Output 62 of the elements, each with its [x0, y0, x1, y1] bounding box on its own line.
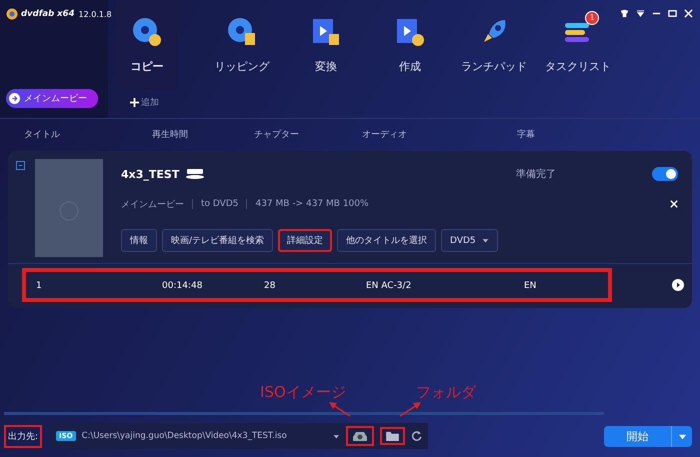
dvd-logo-icon: [185, 169, 206, 179]
meta-text: メインムービー: [121, 198, 184, 210]
disc-icon: [132, 16, 162, 46]
title-name: 4x3_TEST: [121, 168, 180, 180]
table-cell: 1: [36, 281, 42, 291]
shirt-icon[interactable]: [620, 9, 629, 18]
option-button[interactable]: 映画/テレビ番組を検索: [162, 229, 274, 252]
toggle-switch[interactable]: [652, 167, 678, 181]
dropdown-icon[interactable]: [636, 9, 645, 18]
plus-icon: [130, 98, 139, 107]
nav-tab[interactable]: ランチパッド: [452, 0, 536, 90]
play-icon[interactable]: [672, 279, 684, 291]
film-icon: [311, 16, 341, 46]
table-cell: 28: [264, 281, 276, 291]
column-header: 再生時間: [152, 128, 188, 141]
option-button[interactable]: 情報: [121, 229, 157, 252]
status-label: 準備完了: [516, 168, 556, 181]
notification-badge: 1: [585, 10, 599, 24]
nav-tab[interactable]: リッピング: [200, 0, 284, 90]
table-cell: EN AC-3/2: [366, 281, 412, 291]
folder-output-button[interactable]: [380, 427, 405, 445]
add-button[interactable]: 追加: [124, 95, 174, 110]
caret-icon[interactable]: [332, 432, 340, 440]
column-header: オーディオ: [362, 129, 407, 141]
close-icon[interactable]: [670, 200, 678, 208]
target-dropdown[interactable]: DVD5: [441, 229, 498, 252]
meta-text: 437 MB -> 437 MB 100%: [255, 199, 369, 209]
caret-icon[interactable]: [678, 432, 686, 440]
app-logo: dvdfab x64: [21, 9, 74, 19]
annotation-label: フォルダ: [416, 383, 476, 402]
arrow-circle-icon: [9, 93, 20, 104]
table-cell: 00:14:48: [162, 281, 202, 291]
output-path-field[interactable]: C:\Users\yajing.guo\Desktop\Video\4x3_TEST.iso: [82, 431, 327, 441]
nav-tab[interactable]: 作成: [368, 0, 452, 90]
column-header: タイトル: [24, 129, 60, 141]
column-header: チャプター: [254, 128, 299, 141]
meta-text: to DVD5: [201, 199, 238, 209]
app-version: 12.0.1.8: [78, 10, 112, 18]
nav-tab[interactable]: 変換: [284, 0, 368, 90]
start-button[interactable]: 開始: [604, 426, 692, 446]
caret-icon: [482, 237, 489, 244]
maximize-icon[interactable]: [668, 9, 677, 18]
folder-icon: [386, 431, 399, 441]
collapse-icon[interactable]: [16, 161, 25, 170]
logo-icon: [6, 8, 18, 20]
disc-drive-icon: [352, 430, 368, 442]
close-icon[interactable]: [684, 9, 693, 18]
nav-tab[interactable]: 1 タスクリスト: [536, 0, 620, 90]
table-cell: EN: [524, 281, 536, 291]
iso-output-button[interactable]: [346, 426, 374, 446]
annotation-arrow: [398, 401, 422, 417]
disc-film-icon: [227, 16, 257, 46]
option-button[interactable]: 詳細設定: [278, 229, 332, 252]
annotation-arrow: [328, 401, 352, 417]
output-label: 出力先:: [4, 424, 42, 448]
refresh-icon[interactable]: [410, 430, 422, 442]
title-row[interactable]: 1 00:14:48 28 EN AC-3/2 EN: [24, 270, 610, 300]
main-movie-button[interactable]: メインムービー: [6, 89, 98, 108]
film-disc-icon: [395, 16, 425, 46]
annotation-label: ISOイメージ: [260, 383, 346, 402]
option-button[interactable]: 他のタイトルを選択: [337, 229, 436, 252]
column-header: 字幕: [517, 128, 535, 141]
